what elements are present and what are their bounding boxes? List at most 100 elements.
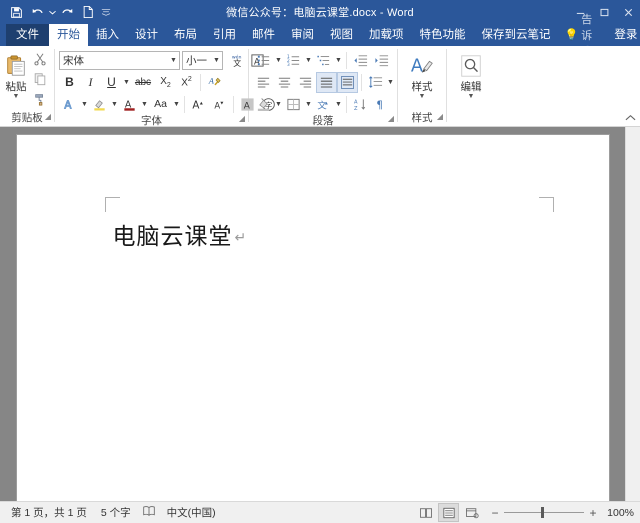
read-mode-button[interactable] — [415, 503, 436, 522]
shading-chevron-down-icon[interactable]: ▼ — [274, 95, 283, 114]
italic-button[interactable]: I — [80, 72, 101, 93]
asian-layout-button[interactable]: 文 — [313, 94, 334, 115]
font-size-combo[interactable]: 小一 ▼ — [182, 50, 223, 70]
sign-in-button[interactable]: 登录 — [607, 24, 640, 46]
phonetic-guide-button[interactable]: wén 文 — [226, 50, 247, 71]
paste-dropdown-icon[interactable]: ▼ — [13, 93, 20, 100]
tab-addins[interactable]: 加载项 — [361, 24, 412, 46]
ribbon-tab-strip: 文件 开始 插入 设计 布局 引用 邮件 审阅 视图 加载项 特色功能 保存到云… — [0, 14, 640, 58]
font-name-combo[interactable]: 宋体 ▼ — [59, 50, 180, 70]
font-body: 宋体 ▼ 小一 ▼ wén 文 A B I U ▼ abc X2 X2 A A … — [55, 46, 275, 115]
subscript-button[interactable]: X2 — [155, 72, 176, 93]
vertical-scrollbar[interactable] — [625, 127, 640, 501]
align-right-button[interactable] — [295, 72, 316, 93]
close-button[interactable] — [616, 0, 640, 24]
increase-indent-button[interactable] — [371, 50, 392, 71]
redo-icon[interactable] — [57, 2, 77, 22]
text-effects-button[interactable]: A — [59, 94, 80, 115]
tab-save-cloud-note[interactable]: 保存到云笔记 — [474, 24, 559, 46]
asian-layout-chevron-down-icon[interactable]: ▼ — [334, 95, 343, 114]
tab-design[interactable]: 设计 — [127, 24, 166, 46]
paste-button[interactable]: 粘贴 ▼ — [4, 49, 28, 100]
font-row-2: B I U ▼ abc X2 X2 A — [59, 72, 225, 92]
tab-insert[interactable]: 插入 — [88, 24, 127, 46]
clear-formatting-button[interactable]: A — [204, 72, 225, 93]
zoom-slider-thumb[interactable] — [541, 507, 544, 518]
print-layout-button[interactable] — [438, 503, 459, 522]
font-name-chevron-down-icon[interactable]: ▼ — [168, 57, 179, 64]
tab-home[interactable]: 开始 — [49, 24, 88, 46]
font-color-button[interactable]: A — [119, 94, 140, 115]
tab-file[interactable]: 文件 — [6, 24, 49, 46]
bold-button[interactable]: B — [59, 72, 80, 93]
numbering-button[interactable]: 123 — [283, 50, 304, 71]
language-status[interactable]: 中文(中国) — [160, 505, 223, 520]
cut-button[interactable] — [29, 49, 50, 70]
line-spacing-chevron-down-icon[interactable]: ▼ — [386, 73, 395, 92]
undo-icon[interactable] — [27, 2, 47, 22]
decrease-indent-button[interactable] — [350, 50, 371, 71]
text-effects-chevron-down-icon[interactable]: ▼ — [80, 95, 89, 114]
customize-qat-icon[interactable] — [99, 2, 113, 22]
web-layout-button[interactable] — [461, 503, 482, 522]
font-dialog-launcher[interactable]: ◢ — [239, 112, 245, 126]
shading-button[interactable] — [253, 94, 274, 115]
font-size-chevron-down-icon[interactable]: ▼ — [211, 57, 222, 64]
tab-layout[interactable]: 布局 — [166, 24, 205, 46]
clipboard-dialog-launcher[interactable]: ◢ — [45, 110, 51, 124]
sort-button[interactable]: AZ — [350, 94, 371, 115]
tab-references[interactable]: 引用 — [205, 24, 244, 46]
styles-dialog-launcher[interactable]: ◢ — [437, 110, 443, 124]
zoom-in-button[interactable]: + — [588, 506, 598, 520]
document-body-text[interactable]: 电脑云课堂 ↵ — [113, 217, 248, 251]
tab-review[interactable]: 审阅 — [283, 24, 322, 46]
word-count-status[interactable]: 5 个字 — [94, 505, 138, 520]
proofing-icon[interactable] — [138, 505, 160, 520]
zoom-level-label[interactable]: 100% — [602, 507, 634, 519]
line-spacing-button[interactable] — [365, 72, 386, 93]
font-row3-divider2 — [233, 95, 234, 113]
multilevel-list-button[interactable] — [313, 50, 334, 71]
shrink-font-button[interactable]: A — [209, 94, 230, 115]
grow-font-button[interactable]: A — [188, 94, 209, 115]
multilevel-chevron-down-icon[interactable]: ▼ — [334, 51, 343, 70]
numbering-chevron-down-icon[interactable]: ▼ — [304, 51, 313, 70]
margin-marker-top-right — [538, 197, 554, 212]
copy-button[interactable] — [29, 69, 50, 90]
paragraph-dialog-launcher[interactable]: ◢ — [388, 112, 394, 126]
borders-chevron-down-icon[interactable]: ▼ — [304, 95, 313, 114]
align-left-button[interactable] — [253, 72, 274, 93]
change-case-button[interactable]: Aa — [149, 94, 172, 115]
underline-chevron-down-icon[interactable]: ▼ — [122, 73, 131, 92]
strikethrough-button[interactable]: abc — [131, 72, 155, 93]
page-number-status[interactable]: 第 1 页，共 1 页 — [4, 505, 94, 520]
underline-button[interactable]: U — [101, 72, 122, 93]
distribute-button[interactable] — [337, 71, 358, 93]
tab-mailings[interactable]: 邮件 — [244, 24, 283, 46]
format-painter-button[interactable] — [29, 89, 50, 110]
zoom-slider[interactable] — [504, 507, 584, 518]
collapse-ribbon-icon[interactable] — [625, 114, 636, 124]
undo-dropdown-icon[interactable] — [48, 2, 56, 22]
save-icon[interactable] — [6, 2, 26, 22]
bullets-chevron-down-icon[interactable]: ▼ — [274, 51, 283, 70]
styles-dropdown-icon[interactable]: ▼ — [419, 93, 426, 100]
change-case-chevron-down-icon[interactable]: ▼ — [172, 95, 181, 114]
zoom-out-button[interactable]: − — [490, 506, 500, 520]
editing-button[interactable]: 编辑 ▼ — [451, 49, 491, 100]
text-highlight-button[interactable] — [89, 94, 110, 115]
editing-dropdown-icon[interactable]: ▼ — [468, 93, 475, 100]
highlight-chevron-down-icon[interactable]: ▼ — [110, 95, 119, 114]
superscript-button[interactable]: X2 — [176, 72, 197, 93]
justify-button[interactable] — [316, 71, 337, 93]
tab-features[interactable]: 特色功能 — [412, 24, 474, 46]
new-doc-icon[interactable] — [78, 2, 98, 22]
document-page[interactable]: 电脑云课堂 ↵ — [16, 135, 609, 501]
font-color-chevron-down-icon[interactable]: ▼ — [140, 95, 149, 114]
bullets-button[interactable] — [253, 50, 274, 71]
tell-me-box[interactable]: 💡 告诉我... — [559, 14, 608, 58]
tab-view[interactable]: 视图 — [322, 24, 361, 46]
borders-button[interactable] — [283, 94, 304, 115]
align-center-button[interactable] — [274, 72, 295, 93]
styles-button[interactable]: A 样式 ▼ — [402, 49, 442, 100]
